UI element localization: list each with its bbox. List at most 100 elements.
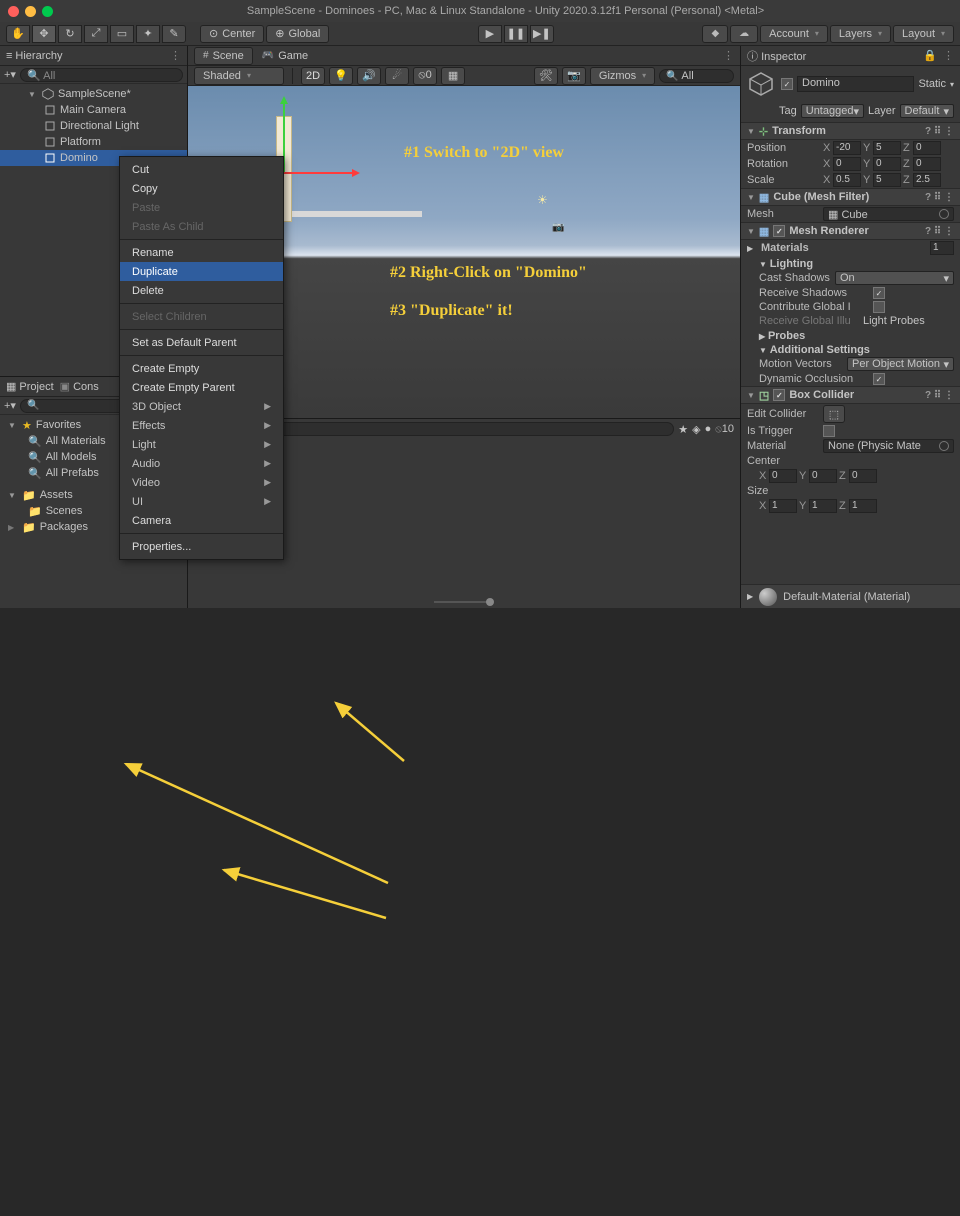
- ctx-duplicate[interactable]: Duplicate: [120, 262, 283, 281]
- inspector-tab[interactable]: ⓘ Inspector🔒⋮: [741, 46, 960, 66]
- center-x[interactable]: 0: [769, 469, 797, 483]
- close-icon[interactable]: [8, 6, 19, 17]
- cast-shadows[interactable]: On▾: [835, 271, 954, 285]
- maximize-icon[interactable]: [42, 6, 53, 17]
- console-tab[interactable]: ▣ Cons: [60, 380, 99, 393]
- position-z[interactable]: 0: [913, 141, 941, 155]
- rotation-y[interactable]: 0: [873, 157, 901, 171]
- box-collider-component[interactable]: ▼◳✓Box Collider? ⠿ ⋮: [741, 386, 960, 404]
- thumbnail-slider[interactable]: [434, 601, 490, 603]
- ctx-rename[interactable]: Rename: [120, 243, 283, 262]
- lock-icon[interactable]: 🔒: [923, 49, 937, 62]
- ctx-3d-object[interactable]: 3D Object▶: [120, 397, 283, 416]
- hierarchy-item-directional-light[interactable]: Directional Light: [0, 118, 187, 134]
- ctx-ui[interactable]: UI▶: [120, 492, 283, 511]
- rotation-z[interactable]: 0: [913, 157, 941, 171]
- mesh-filter-component[interactable]: ▼▦Cube (Mesh Filter)? ⠿ ⋮: [741, 188, 960, 206]
- shading-dropdown[interactable]: Shaded: [194, 67, 284, 85]
- layer-dropdown[interactable]: Default▾: [900, 104, 954, 118]
- size-z[interactable]: 1: [849, 499, 877, 513]
- camera-icon[interactable]: 📷: [562, 67, 586, 85]
- scale-y[interactable]: 5: [873, 173, 901, 187]
- position-y[interactable]: 5: [873, 141, 901, 155]
- active-checkbox[interactable]: ✓: [781, 78, 793, 90]
- ctx-copy[interactable]: Copy: [120, 179, 283, 198]
- project-tab[interactable]: ▦ Project: [6, 380, 54, 393]
- filter-type-icon[interactable]: ◈: [692, 423, 700, 436]
- lighting-icon[interactable]: 💡: [329, 67, 353, 85]
- rotate-tool[interactable]: ↻: [58, 25, 82, 43]
- contribute-gi-checkbox[interactable]: [873, 301, 885, 313]
- hierarchy-item-main-camera[interactable]: Main Camera: [0, 102, 187, 118]
- center-y[interactable]: 0: [809, 469, 837, 483]
- tag-dropdown[interactable]: Untagged▾: [801, 104, 864, 118]
- custom-tool[interactable]: ✎: [162, 25, 186, 43]
- object-name-field[interactable]: Domino: [797, 76, 914, 92]
- transform-tool[interactable]: ✦: [136, 25, 160, 43]
- ctx-light[interactable]: Light▶: [120, 435, 283, 454]
- step-button[interactable]: ▶❚: [530, 25, 554, 43]
- mesh-renderer-component[interactable]: ▼▦✓Mesh Renderer? ⠿ ⋮: [741, 222, 960, 240]
- hidden-icon[interactable]: ⦸0: [413, 67, 437, 85]
- help-icon[interactable]: ? ⠿ ⋮: [925, 126, 954, 137]
- is-trigger-checkbox[interactable]: [823, 425, 835, 437]
- tools-icon[interactable]: 🛠: [534, 67, 558, 85]
- hand-tool[interactable]: ✋: [6, 25, 30, 43]
- rect-tool[interactable]: ▭: [110, 25, 134, 43]
- dyn-occ-checkbox[interactable]: ✓: [873, 373, 885, 385]
- fx-icon[interactable]: ☄: [385, 67, 409, 85]
- ctx-default-parent[interactable]: Set as Default Parent: [120, 333, 283, 352]
- position-x[interactable]: -20: [833, 141, 861, 155]
- edit-collider-button[interactable]: ⬚: [823, 405, 845, 423]
- handle-toggle[interactable]: ⊕Global: [266, 25, 329, 43]
- pivot-toggle[interactable]: ⊙Center: [200, 25, 264, 43]
- hierarchy-search[interactable]: 🔍 All: [20, 68, 183, 82]
- scale-z[interactable]: 2.5: [913, 173, 941, 187]
- transform-component[interactable]: ▼⊹Transform? ⠿ ⋮: [741, 122, 960, 140]
- view-2d-button[interactable]: 2D: [301, 67, 325, 85]
- ctx-delete[interactable]: Delete: [120, 281, 283, 300]
- panel-menu-icon[interactable]: ⋮: [170, 49, 181, 62]
- ctx-camera[interactable]: Camera: [120, 511, 283, 530]
- create-dropdown[interactable]: +▾: [4, 68, 16, 81]
- game-tab[interactable]: 🎮 Game: [254, 47, 316, 65]
- cloud-button[interactable]: ☁: [730, 25, 758, 43]
- scale-x[interactable]: 0.5: [833, 173, 861, 187]
- ctx-video[interactable]: Video▶: [120, 473, 283, 492]
- size-x[interactable]: 1: [769, 499, 797, 513]
- ctx-cut[interactable]: Cut: [120, 160, 283, 179]
- ctx-audio[interactable]: Audio▶: [120, 454, 283, 473]
- ctx-properties[interactable]: Properties...: [120, 537, 283, 556]
- minimize-icon[interactable]: [25, 6, 36, 17]
- hierarchy-item-platform[interactable]: Platform: [0, 134, 187, 150]
- filter-label-icon[interactable]: ●: [705, 423, 712, 435]
- project-create[interactable]: +▾: [4, 399, 16, 412]
- material-footer[interactable]: ▶Default-Material (Material): [741, 584, 960, 608]
- center-z[interactable]: 0: [849, 469, 877, 483]
- move-tool[interactable]: ✥: [32, 25, 56, 43]
- rotation-x[interactable]: 0: [833, 157, 861, 171]
- scene-row[interactable]: ▼SampleScene*: [0, 86, 187, 102]
- scale-tool[interactable]: ⤢: [84, 25, 108, 43]
- gizmos-dropdown[interactable]: Gizmos: [590, 67, 655, 85]
- receive-shadows-checkbox[interactable]: ✓: [873, 287, 885, 299]
- layout-dropdown[interactable]: Layout: [893, 25, 954, 43]
- grid-icon[interactable]: ▦: [441, 67, 465, 85]
- pause-button[interactable]: ❚❚: [504, 25, 528, 43]
- size-y[interactable]: 1: [809, 499, 837, 513]
- physic-material[interactable]: None (Physic Mate: [823, 439, 954, 453]
- motion-vectors[interactable]: Per Object Motion▾: [847, 357, 954, 371]
- ctx-create-empty[interactable]: Create Empty: [120, 359, 283, 378]
- account-dropdown[interactable]: Account: [760, 25, 828, 43]
- scene-search[interactable]: 🔍 All: [659, 69, 734, 83]
- ctx-create-empty-parent[interactable]: Create Empty Parent: [120, 378, 283, 397]
- ctx-effects[interactable]: Effects▶: [120, 416, 283, 435]
- layers-dropdown[interactable]: Layers: [830, 25, 891, 43]
- filter-favorites-icon[interactable]: ★: [678, 423, 688, 436]
- collab-button[interactable]: ◆: [702, 25, 728, 43]
- audio-icon[interactable]: 🔊: [357, 67, 381, 85]
- mesh-field[interactable]: ▦ Cube: [823, 207, 954, 221]
- hierarchy-tab[interactable]: ≡ Hierarchy⋮: [0, 46, 187, 66]
- play-button[interactable]: ▶: [478, 25, 502, 43]
- scene-tab[interactable]: # Scene: [194, 47, 253, 65]
